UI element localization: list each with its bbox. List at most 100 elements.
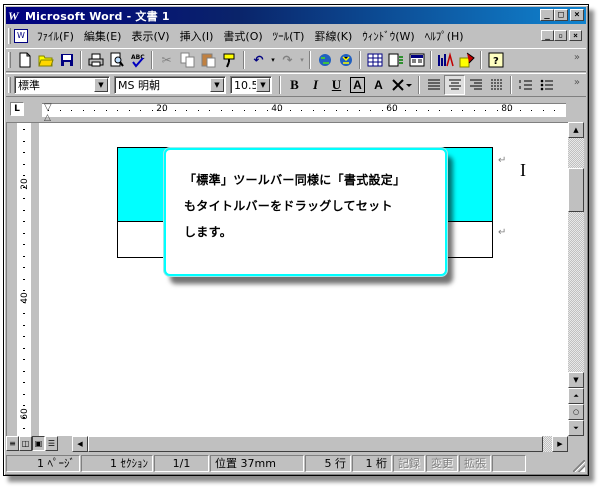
italic-button[interactable]: I bbox=[305, 75, 326, 95]
undo-dropdown-icon[interactable]: ▾ bbox=[269, 50, 277, 70]
print-layout-view-icon[interactable]: ▣ bbox=[32, 436, 45, 451]
word-app-icon[interactable]: W bbox=[8, 9, 22, 23]
hyperlink-icon[interactable] bbox=[314, 50, 335, 70]
align-right-icon[interactable] bbox=[465, 75, 486, 95]
font-size-select[interactable]: 10.5 ▼ bbox=[230, 76, 272, 94]
emphasis-mark-icon[interactable] bbox=[389, 75, 415, 95]
resize-grip-icon[interactable] bbox=[573, 460, 585, 472]
vertical-ruler-tick bbox=[23, 336, 25, 337]
scroll-thumb[interactable] bbox=[88, 436, 543, 452]
horizontal-scrollbar[interactable]: ◀ ▶ bbox=[72, 436, 568, 452]
font-select[interactable]: MS 明朝 ▼ bbox=[114, 76, 226, 94]
print-icon[interactable] bbox=[85, 50, 106, 70]
ruler-tick bbox=[324, 110, 325, 111]
undo-icon[interactable]: ↶ bbox=[248, 50, 269, 70]
menu-window[interactable]: ｳｨﾝﾄﾞｳ(W) bbox=[357, 28, 419, 44]
first-line-indent-icon[interactable]: ▽ bbox=[44, 102, 52, 113]
menu-help[interactable]: ﾍﾙﾌﾟ(H) bbox=[420, 28, 469, 44]
ruler-strip[interactable]: 20 40 60 80 bbox=[42, 103, 566, 117]
redo-icon[interactable]: ↷ bbox=[277, 50, 298, 70]
status-ext[interactable]: 拡張 bbox=[459, 455, 491, 472]
status-section: 1 ｾｸｼｮﾝ bbox=[81, 455, 153, 472]
toolbar-grip[interactable] bbox=[8, 52, 11, 68]
toolbar-grip[interactable] bbox=[8, 77, 11, 93]
minimize-button[interactable]: _ bbox=[540, 9, 554, 21]
status-trk[interactable]: 変更 bbox=[426, 455, 458, 472]
scroll-thumb[interactable] bbox=[568, 168, 584, 212]
font-size-value: 10.5 bbox=[234, 78, 256, 92]
status-line: 5 行 bbox=[305, 455, 351, 472]
toolbar-overflow-icon[interactable]: » bbox=[574, 52, 580, 63]
style-select[interactable]: 標準 ▼ bbox=[14, 76, 110, 94]
align-center-icon[interactable] bbox=[444, 75, 465, 95]
paste-icon[interactable] bbox=[198, 50, 219, 70]
char-border-button[interactable]: A bbox=[347, 75, 368, 95]
save-icon[interactable] bbox=[56, 50, 77, 70]
copy-icon[interactable] bbox=[177, 50, 198, 70]
align-justify-icon[interactable] bbox=[423, 75, 444, 95]
menu-view[interactable]: 表示(V) bbox=[126, 28, 174, 44]
chevron-down-icon[interactable]: ▼ bbox=[210, 78, 224, 92]
chevron-down-icon[interactable]: ▼ bbox=[94, 78, 108, 92]
char-shading-button[interactable]: A bbox=[368, 75, 389, 95]
menu-table[interactable]: 罫線(K) bbox=[309, 28, 357, 44]
help-icon[interactable]: ? bbox=[485, 50, 506, 70]
print-preview-icon[interactable] bbox=[106, 50, 127, 70]
vertical-ruler-tick bbox=[23, 301, 25, 303]
close-button[interactable]: × bbox=[570, 9, 584, 21]
menu-format[interactable]: 書式(O) bbox=[218, 28, 267, 44]
menubar-grip[interactable] bbox=[8, 28, 11, 44]
vertical-scrollbar[interactable]: ▲ ▼ ⏶ ○ ⏷ bbox=[568, 122, 584, 436]
status-rec[interactable]: 記録 bbox=[393, 455, 425, 472]
scroll-up-icon[interactable]: ▲ bbox=[568, 122, 584, 138]
menu-insert[interactable]: 挿入(I) bbox=[175, 28, 219, 44]
numbering-icon[interactable] bbox=[515, 75, 536, 95]
document-area[interactable]: 20 40 60 ↵ ↵ I 「標準」ツールバー同様に「書式設定」 もタイトルバ… bbox=[6, 122, 568, 436]
formatting-toolbar: 標準 ▼ MS 明朝 ▼ 10.5 ▼ B I U A A » bbox=[6, 73, 586, 97]
open-folder-icon[interactable] bbox=[35, 50, 56, 70]
previous-page-icon[interactable]: ⏶ bbox=[568, 388, 584, 404]
vertical-ruler-tick bbox=[23, 244, 25, 245]
bold-button[interactable]: B bbox=[284, 75, 305, 95]
scroll-left-icon[interactable]: ◀ bbox=[72, 436, 88, 452]
toolbar-overflow-icon[interactable]: » bbox=[574, 77, 580, 88]
columns-icon[interactable] bbox=[406, 50, 427, 70]
vertical-ruler-strip[interactable] bbox=[17, 123, 31, 436]
outline-view-icon[interactable]: ☰ bbox=[45, 436, 58, 451]
document-map-icon[interactable] bbox=[456, 50, 477, 70]
bullets-icon[interactable] bbox=[536, 75, 557, 95]
web-toolbar-icon[interactable] bbox=[335, 50, 356, 70]
vertical-ruler-tick bbox=[23, 198, 25, 199]
doc-restore-button[interactable]: ▫ bbox=[554, 30, 567, 41]
redo-dropdown-icon[interactable]: ▾ bbox=[298, 50, 306, 70]
horizontal-ruler[interactable]: L 20 40 60 80 ▽ △ bbox=[6, 99, 586, 123]
tab-selector-button[interactable]: L bbox=[10, 102, 24, 116]
document-icon[interactable]: W bbox=[14, 29, 28, 43]
doc-close-button[interactable]: × bbox=[569, 30, 582, 41]
maximize-button[interactable]: □ bbox=[554, 9, 568, 21]
doc-minimize-button[interactable]: _ bbox=[541, 30, 554, 41]
scroll-right-icon[interactable]: ▶ bbox=[552, 436, 568, 452]
menu-tools[interactable]: ﾂｰﾙ(T) bbox=[268, 28, 310, 44]
cut-icon[interactable]: ✂ bbox=[156, 50, 177, 70]
ruler-tick bbox=[347, 110, 348, 111]
table-insert-icon[interactable] bbox=[364, 50, 385, 70]
drawing-icon[interactable] bbox=[435, 50, 456, 70]
normal-view-icon[interactable]: ≡ bbox=[6, 436, 19, 451]
spellcheck-icon[interactable]: ABC bbox=[127, 50, 148, 70]
vertical-ruler[interactable]: 20 40 60 bbox=[7, 123, 39, 436]
menu-file[interactable]: ﾌｧｲﾙ(F) bbox=[32, 28, 79, 44]
next-page-icon[interactable]: ⏷ bbox=[568, 420, 584, 436]
browse-object-icon[interactable]: ○ bbox=[568, 404, 584, 420]
title-bar[interactable]: W Microsoft Word - 文書 1 _ □ × bbox=[6, 7, 586, 24]
chevron-down-icon[interactable]: ▼ bbox=[256, 78, 270, 92]
excel-insert-icon[interactable] bbox=[385, 50, 406, 70]
scroll-down-icon[interactable]: ▼ bbox=[568, 372, 584, 388]
new-document-icon[interactable] bbox=[14, 50, 35, 70]
distribute-icon[interactable] bbox=[486, 75, 507, 95]
menu-edit[interactable]: 編集(E) bbox=[79, 28, 127, 44]
vertical-ruler-tick bbox=[23, 163, 25, 165]
underline-button[interactable]: U bbox=[326, 75, 347, 95]
format-painter-icon[interactable] bbox=[219, 50, 240, 70]
web-layout-view-icon[interactable]: ◫ bbox=[19, 436, 32, 451]
